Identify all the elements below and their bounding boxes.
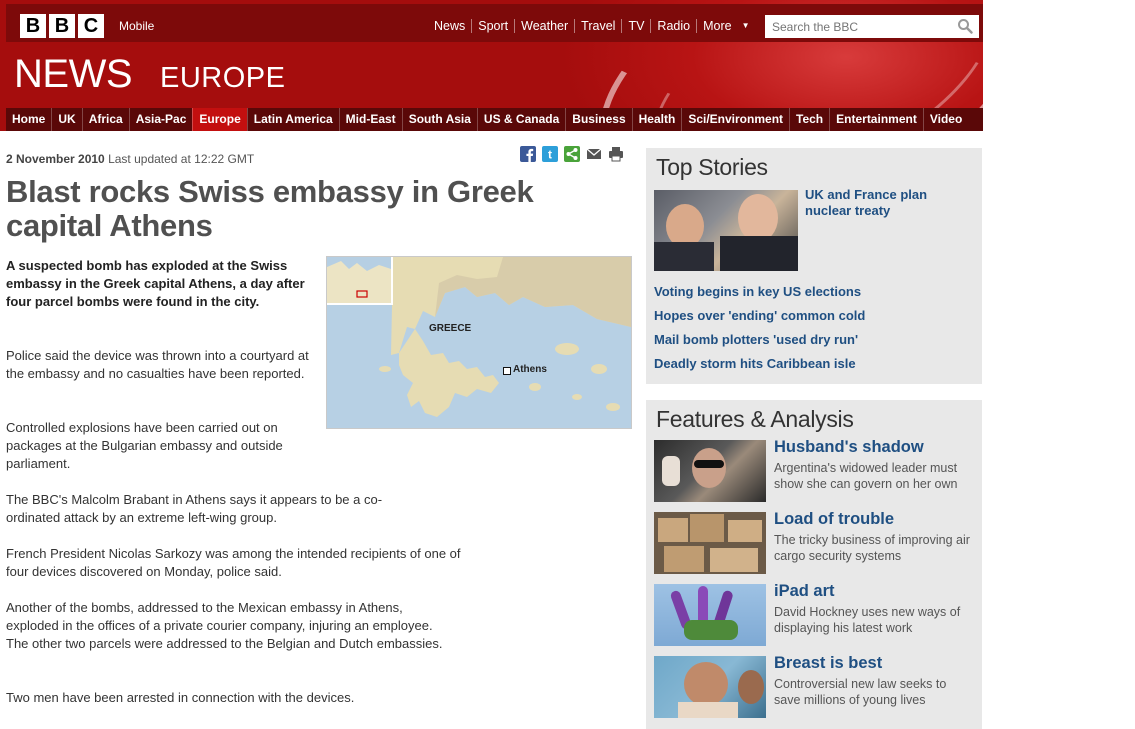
masthead: B B C Mobile News Sport Weather Travel T… (0, 0, 1135, 131)
feature-title[interactable]: Breast is best (774, 653, 882, 673)
search-box (765, 15, 979, 38)
top-nav-more-label: More (703, 19, 732, 33)
section-nav-video[interactable]: Video (922, 108, 968, 131)
top-nav-tv[interactable]: TV (621, 19, 650, 33)
top-story-link[interactable]: Hopes over 'ending' common cold (654, 308, 865, 324)
bbc-logo-letter: B (20, 14, 46, 38)
top-story-lead-link[interactable]: UK and France plan nuclear treaty (805, 187, 965, 219)
twitter-icon[interactable]: t (542, 146, 558, 162)
section-nav-europe[interactable]: Europe (192, 108, 247, 131)
top-nav: News Sport Weather Travel TV Radio More … (428, 19, 756, 33)
feature-description: Controversial new law seeks to save mill… (774, 677, 947, 707)
news-wordmark[interactable]: NEWS (14, 52, 133, 96)
article-paragraph: Police said the device was thrown into a… (6, 348, 309, 381)
dateline: 2 November 2010 Last updated at 12:22 GM… (6, 152, 254, 166)
article-date: 2 November 2010 (6, 152, 105, 166)
map-city-label: Athens (513, 364, 547, 375)
section-nav-entertainment[interactable]: Entertainment (829, 108, 923, 131)
search-icon[interactable] (957, 18, 973, 34)
top-story-image[interactable] (654, 190, 798, 271)
email-icon[interactable] (586, 146, 602, 162)
feature-item[interactable]: iPad art David Hockney uses new ways of … (654, 581, 978, 646)
top-story-link[interactable]: Mail bomb plotters 'used dry run' (654, 332, 858, 348)
feature-thumbnail[interactable] (654, 440, 766, 502)
svg-text:t: t (548, 148, 552, 162)
article-paragraph: Two men have been arrested in connection… (6, 690, 355, 705)
feature-item[interactable]: Husband's shadow Argentina's widowed lea… (654, 437, 978, 502)
share-tools: t (520, 146, 624, 162)
facebook-icon[interactable] (520, 146, 536, 162)
masthead-right-blank (983, 0, 1135, 131)
image-figure (738, 194, 778, 242)
feature-description: David Hockney uses new ways of displayin… (774, 605, 961, 635)
section-nav-uk[interactable]: UK (51, 108, 81, 131)
chevron-down-icon: ▼ (741, 21, 750, 30)
athens-marker (503, 367, 511, 375)
last-updated: Last updated at 12:22 GMT (108, 152, 255, 166)
share-icon[interactable] (564, 146, 580, 162)
section-nav-africa[interactable]: Africa (81, 108, 129, 131)
section-nav-sci-environment[interactable]: Sci/Environment (681, 108, 789, 131)
section-nav-mid-east[interactable]: Mid-East (338, 108, 402, 131)
feature-title[interactable]: Load of trouble (774, 509, 894, 529)
article-paragraph: The BBC's Malcolm Brabant in Athens says… (6, 492, 383, 525)
section-nav-business[interactable]: Business (565, 108, 631, 131)
feature-item[interactable]: Breast is best Controversial new law see… (654, 653, 978, 718)
bbc-logo-letter: C (78, 14, 104, 38)
section-nav: Home UK Africa Asia-Pac Europe Latin Ame… (6, 108, 983, 131)
bbc-logo-letter: B (49, 14, 75, 38)
bbc-top-bar: B B C Mobile News Sport Weather Travel T… (6, 4, 983, 42)
section-nav-latin-america[interactable]: Latin America (246, 108, 339, 131)
map-country-label: GREECE (429, 323, 472, 334)
locator-graphic (327, 261, 391, 303)
search-input[interactable] (765, 15, 958, 38)
article-headline: Blast rocks Swiss embassy in Greek capit… (6, 174, 534, 243)
athens-map: GREECE Athens (326, 256, 632, 429)
feature-description: The tricky business of improving air car… (774, 533, 970, 563)
top-nav-news[interactable]: News (428, 19, 471, 33)
article-paragraph: Controlled explosions have been carried … (6, 420, 283, 471)
feature-item[interactable]: Load of trouble The tricky business of i… (654, 509, 978, 574)
top-nav-radio[interactable]: Radio (650, 19, 696, 33)
article-paragraph: French President Nicolas Sarkozy was amo… (6, 546, 461, 579)
section-nav-south-asia[interactable]: South Asia (401, 108, 477, 131)
article-paragraph: Another of the bombs, addressed to the M… (6, 600, 443, 651)
top-nav-travel[interactable]: Travel (574, 19, 621, 33)
section-nav-home[interactable]: Home (6, 108, 51, 131)
top-stories-title: Top Stories (656, 154, 768, 180)
section-nav-us-canada[interactable]: US & Canada (476, 108, 565, 131)
features-panel: Features & Analysis Husband's shadow Arg… (646, 400, 982, 729)
top-nav-sport[interactable]: Sport (471, 19, 514, 33)
top-story-link[interactable]: Voting begins in key US elections (654, 284, 861, 300)
feature-description: Argentina's widowed leader must show she… (774, 461, 958, 491)
image-figure (720, 236, 798, 271)
feature-thumbnail[interactable] (654, 656, 766, 718)
print-icon[interactable] (608, 146, 624, 162)
feature-thumbnail[interactable] (654, 584, 766, 646)
section-nav-health[interactable]: Health (631, 108, 682, 131)
article-intro: A suspected bomb has exploded at the Swi… (6, 258, 305, 309)
bbc-logo[interactable]: B B C (20, 14, 104, 38)
top-nav-more[interactable]: More ▼ (696, 19, 755, 33)
mobile-link[interactable]: Mobile (119, 19, 154, 33)
section-nav-asia-pac[interactable]: Asia-Pac (128, 108, 193, 131)
europe-locator-inset (327, 257, 393, 305)
feature-title[interactable]: iPad art (774, 581, 835, 601)
top-nav-weather[interactable]: Weather (514, 19, 574, 33)
features-title: Features & Analysis (656, 406, 854, 432)
feature-thumbnail[interactable] (654, 512, 766, 574)
image-figure (654, 242, 714, 271)
section-nav-tech[interactable]: Tech (789, 108, 829, 131)
top-stories-panel: Top Stories UK and France plan nuclear t… (646, 148, 982, 384)
section-title: EUROPE (160, 62, 286, 94)
feature-title[interactable]: Husband's shadow (774, 437, 924, 457)
top-story-link[interactable]: Deadly storm hits Caribbean isle (654, 356, 856, 372)
